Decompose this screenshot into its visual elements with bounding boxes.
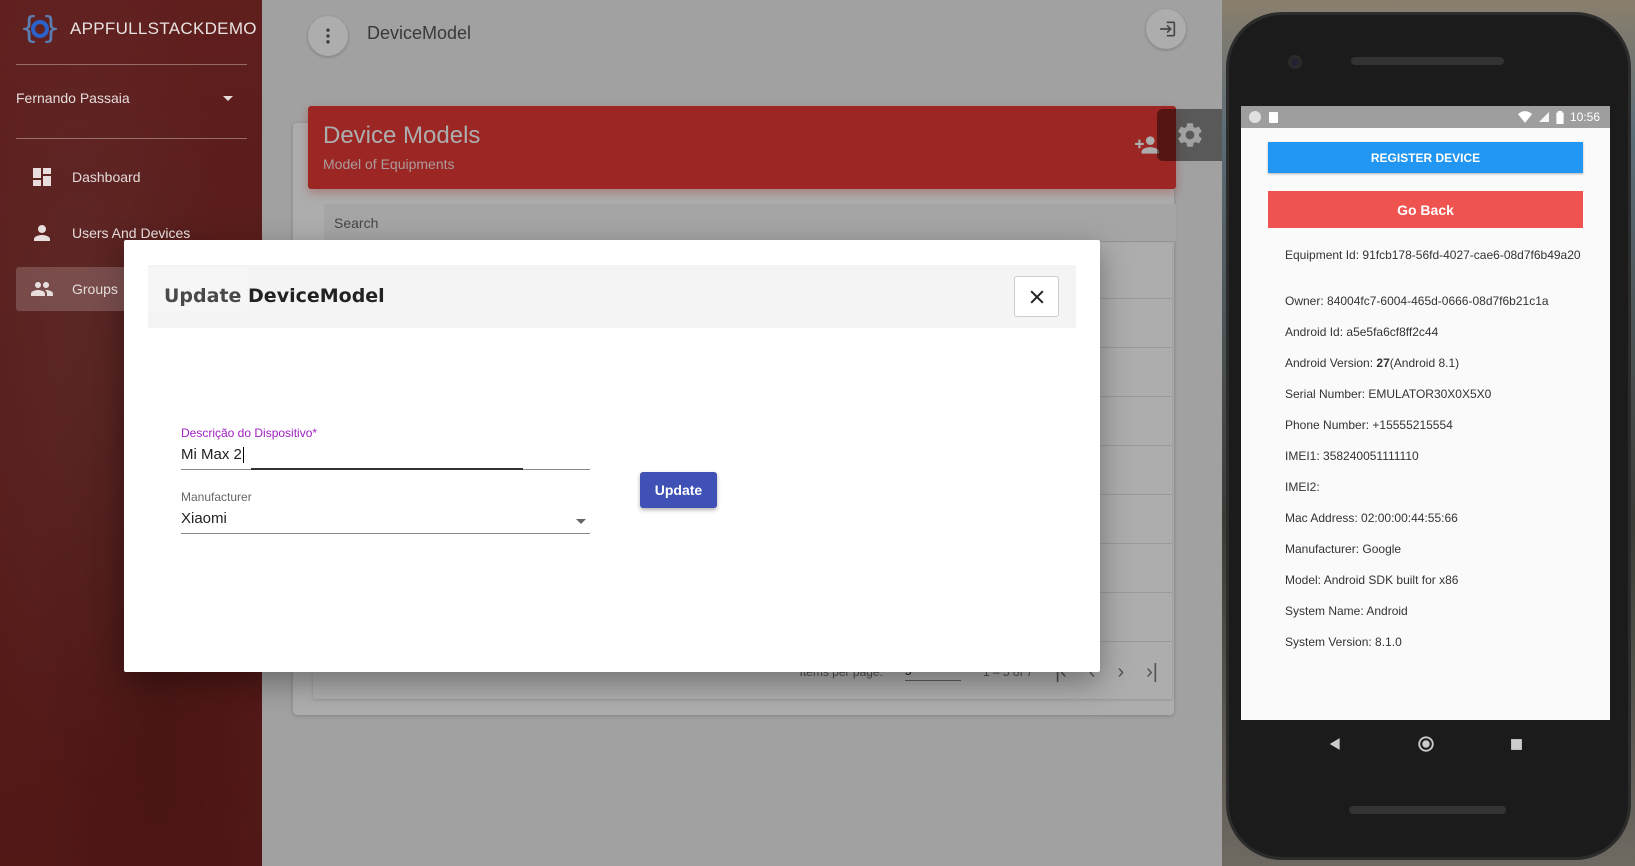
info-mac-address: Mac Address: 02:00:00:44:55:66 — [1285, 511, 1585, 526]
info-value: (Android 8.1) — [1389, 356, 1460, 370]
status-bar: 10:56 — [1241, 106, 1610, 128]
info-android-id: Android Id: a5e5fa6cf8ff2c44 — [1285, 325, 1585, 340]
register-device-button[interactable]: REGISTER DEVICE — [1268, 142, 1583, 173]
info-model: Model: Android SDK built for x86 — [1285, 573, 1585, 588]
manufacturer-field[interactable]: Manufacturer Xiaomi — [181, 490, 590, 534]
sidebar-item-label: Groups — [72, 281, 118, 297]
user-name: Fernando Passaia — [16, 90, 130, 106]
front-camera-icon — [1288, 55, 1302, 69]
info-label: Android Version: — [1285, 356, 1374, 370]
info-phone-number: Phone Number: +15555215554 — [1285, 418, 1585, 433]
info-label: Phone Number: — [1285, 418, 1370, 432]
description-input[interactable]: Mi Max 2 — [181, 446, 590, 471]
info-android-version: Android Version: 27(Android 8.1) — [1285, 356, 1585, 371]
info-serial-number: Serial Number: EMULATOR30X0X5X0 — [1285, 387, 1585, 402]
info-owner: Owner: 84004fc7-6004-465d-0666-08d7f6b21… — [1285, 294, 1585, 309]
sidebar-item-label: Users And Devices — [72, 225, 191, 241]
close-button[interactable] — [1014, 276, 1059, 317]
sidebar-item-groups[interactable]: Groups — [16, 267, 247, 311]
info-label: System Name: — [1285, 604, 1364, 618]
info-value: Android SDK built for x86 — [1323, 573, 1459, 587]
info-label: Android Id: — [1285, 325, 1344, 339]
manufacturer-value: Xiaomi — [181, 510, 227, 527]
battery-icon — [1556, 110, 1564, 124]
go-back-button[interactable]: Go Back — [1268, 191, 1583, 228]
info-label: Owner: — [1285, 294, 1324, 308]
status-time: 10:56 — [1569, 110, 1600, 124]
info-value: 91fcb178-56fd-4027-cae6-08d7f6b49a20 — [1362, 248, 1581, 262]
manufacturer-label: Manufacturer — [181, 490, 252, 504]
dashboard-icon — [33, 168, 51, 186]
info-value: 84004fc7-6004-465d-0666-08d7f6b21c1a — [1327, 294, 1549, 308]
text-cursor — [242, 447, 244, 464]
info-value: 02:00:00:44:55:66 — [1361, 511, 1458, 525]
sidebar-item-dashboard[interactable]: Dashboard — [16, 155, 247, 199]
info-value-bold: 27 — [1376, 356, 1390, 370]
recents-square-icon[interactable] — [1510, 738, 1523, 751]
sidebar-divider — [16, 138, 247, 139]
info-label: Mac Address: — [1285, 511, 1358, 525]
app-logo[interactable]: {} APPFULLSTACKDEMO — [20, 10, 257, 48]
user-menu[interactable]: Fernando Passaia — [16, 90, 247, 106]
android-nav-bar — [1241, 720, 1610, 768]
sd-card-icon — [1269, 111, 1278, 123]
info-label: System Version: — [1285, 635, 1372, 649]
sidebar-item-users-and-devices[interactable]: Users And Devices — [16, 211, 247, 255]
person-icon — [34, 225, 50, 241]
home-circle-icon[interactable] — [1417, 735, 1435, 753]
info-system-version: System Version: 8.1.0 — [1285, 635, 1585, 650]
description-label: Descrição do Dispositivo* — [181, 426, 318, 440]
info-imei1: IMEI1: 358240051111110 — [1285, 449, 1585, 464]
caret-down-icon — [223, 95, 233, 101]
info-label: IMEI2: — [1285, 480, 1320, 494]
phone-bottom-speaker — [1349, 806, 1506, 814]
info-label: Manufacturer: — [1285, 542, 1360, 556]
sidebar-divider — [16, 64, 247, 65]
app-name: APPFULLSTACKDEMO — [70, 19, 257, 38]
info-value: Android — [1366, 604, 1408, 618]
info-value: Google — [1362, 542, 1402, 556]
description-field[interactable]: Descrição do Dispositivo* Mi Max 2 — [181, 426, 590, 471]
close-icon — [1029, 289, 1044, 304]
dropdown-arrow-icon — [576, 519, 586, 524]
update-button[interactable]: Update — [640, 472, 717, 508]
manufacturer-select[interactable]: Xiaomi — [181, 510, 590, 534]
info-value: EMULATOR30X0X5X0 — [1368, 387, 1492, 401]
phone-screen: 10:56 REGISTER DEVICE Go Back Equipment … — [1241, 106, 1610, 720]
wifi-icon — [1517, 111, 1532, 123]
focus-underline — [251, 468, 523, 471]
info-value: 358240051111110 — [1323, 449, 1419, 463]
info-equipment-id: Equipment Id: 91fcb178-56fd-4027-cae6-08… — [1285, 248, 1585, 263]
info-label: Model: — [1285, 573, 1322, 587]
info-value: 8.1.0 — [1375, 635, 1402, 649]
info-system-name: System Name: Android — [1285, 604, 1585, 619]
notification-dot-icon — [1249, 111, 1261, 123]
info-label: IMEI1: — [1285, 449, 1320, 463]
info-value: a5e5fa6cf8ff2c44 — [1346, 325, 1439, 339]
info-label: Serial Number: — [1285, 387, 1366, 401]
description-value: Mi Max 2 — [181, 446, 242, 463]
signal-icon — [1538, 112, 1549, 122]
back-triangle-icon[interactable] — [1328, 737, 1342, 751]
info-manufacturer: Manufacturer: Google — [1285, 542, 1585, 557]
dialog-header: Update DeviceModel — [148, 265, 1076, 328]
info-imei2: IMEI2: — [1285, 480, 1585, 495]
logo-icon: {} — [20, 11, 60, 46]
info-label: Equipment Id: — [1285, 248, 1360, 262]
group-icon — [31, 282, 53, 296]
phone-earpiece — [1351, 57, 1504, 65]
sidebar-item-label: Dashboard — [72, 169, 141, 185]
info-value: +15555215554 — [1372, 418, 1453, 432]
update-devicemodel-dialog: Update DeviceModel Descrição do Disposit… — [124, 240, 1100, 672]
